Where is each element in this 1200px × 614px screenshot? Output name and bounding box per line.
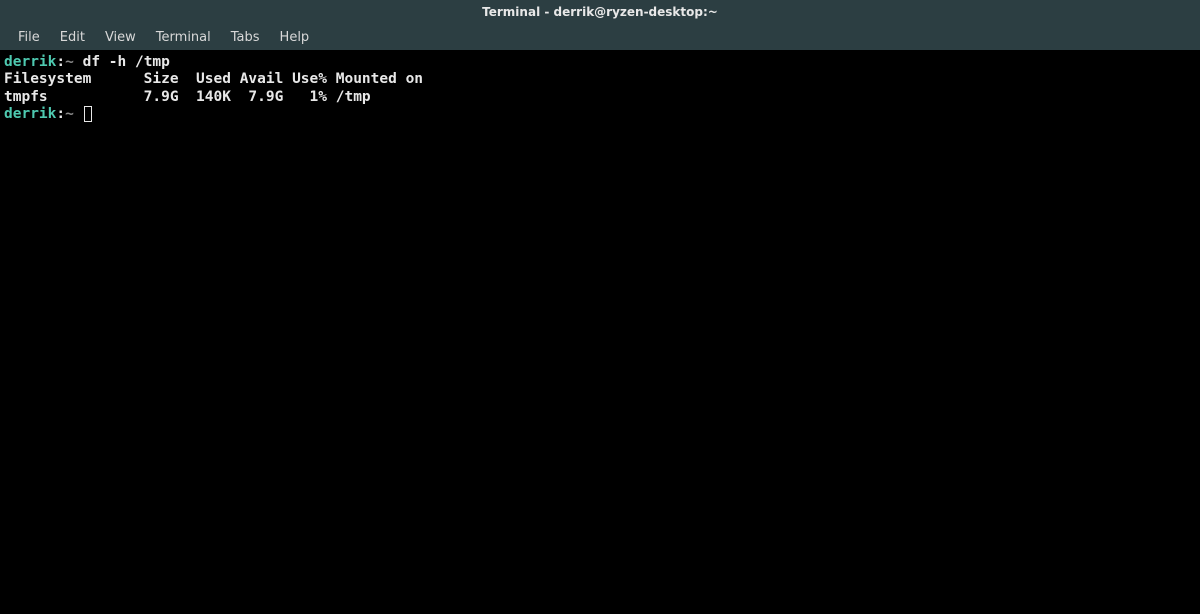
df-output-header: Filesystem Size Used Avail Use% Mounted … (4, 71, 423, 87)
window-titlebar: Terminal - derrik@ryzen-desktop:~ (0, 0, 1200, 24)
command-line-1: df -h /tmp (83, 54, 170, 70)
menu-help[interactable]: Help (270, 26, 320, 49)
command-text (74, 54, 83, 70)
menu-edit[interactable]: Edit (50, 26, 95, 49)
df-output-row: tmpfs 7.9G 140K 7.9G 1% /tmp (4, 89, 371, 105)
menu-tabs[interactable]: Tabs (221, 26, 270, 49)
prompt-colon-2: : (56, 106, 65, 122)
cursor-block (84, 106, 92, 122)
menu-terminal[interactable]: Terminal (146, 26, 221, 49)
prompt-user: derrik (4, 54, 56, 70)
prompt-colon: : (56, 54, 65, 70)
terminal-output-area[interactable]: derrik:~ df -h /tmp Filesystem Size Used… (0, 50, 1200, 128)
prompt-path-2: ~ (65, 106, 74, 122)
prompt-user-2: derrik (4, 106, 56, 122)
menu-view[interactable]: View (95, 26, 146, 49)
menu-file[interactable]: File (8, 26, 50, 49)
menubar: File Edit View Terminal Tabs Help (0, 24, 1200, 50)
prompt-path: ~ (65, 54, 74, 70)
window-title: Terminal - derrik@ryzen-desktop:~ (482, 5, 718, 19)
